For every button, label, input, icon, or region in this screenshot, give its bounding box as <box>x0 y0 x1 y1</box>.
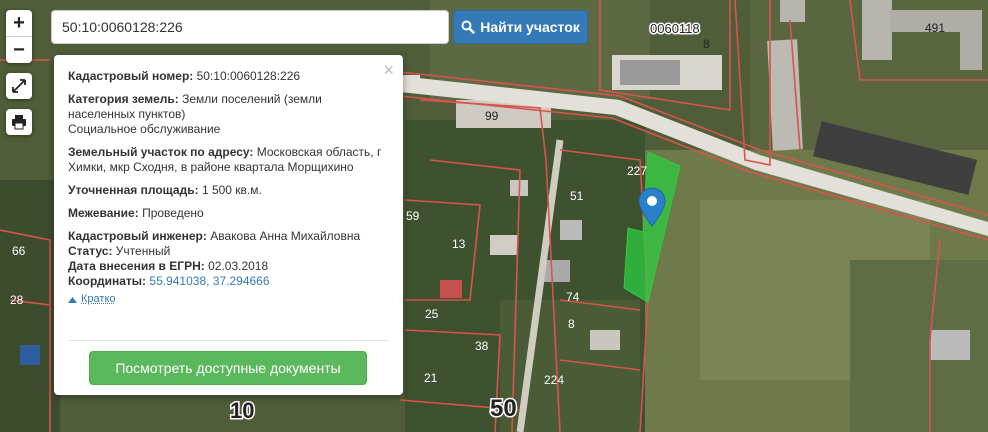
map-label-13: 13 <box>452 237 466 251</box>
survey-value: Проведено <box>142 206 204 220</box>
zoom-in-button[interactable]: + <box>6 10 32 36</box>
brief-toggle-label: Кратко <box>81 293 116 305</box>
map-label-66: 66 <box>12 244 26 258</box>
address-row: Земельный участок по адресу: Московская … <box>68 145 388 175</box>
land-category-label: Категория земель: <box>68 92 179 106</box>
area-value: 1 500 кв.м. <box>201 183 262 197</box>
map-label-227: 227 <box>627 164 647 178</box>
coordinates-label: Координаты: <box>68 274 147 288</box>
zoom-out-button[interactable]: − <box>6 36 32 63</box>
engineer-row: Кадастровый инженер: Авакова Анна Михайл… <box>68 229 388 244</box>
cadastral-number-row: Кадастровый номер: 50:10:0060128:226 <box>68 69 388 84</box>
caret-up-icon <box>68 296 77 303</box>
survey-row: Межевание: Проведено <box>68 206 388 221</box>
printer-icon <box>12 115 26 130</box>
quarter-label: 0060118 <box>650 21 700 36</box>
survey-label: Межевание: <box>68 206 139 220</box>
status-value: Учтенный <box>115 244 171 258</box>
map-label-8b: 8 <box>568 317 575 331</box>
land-category-row: Категория земель: Земли поселений (земли… <box>68 92 388 137</box>
find-parcel-button[interactable]: Найти участок <box>453 10 588 44</box>
print-button[interactable] <box>6 109 32 135</box>
egrn-date-label: Дата внесения в ЕГРН: <box>68 259 205 273</box>
coordinates-row: Координаты: 55.941038, 37.294666 <box>68 274 388 289</box>
status-row: Статус: Учтенный <box>68 244 388 259</box>
cadastral-number-value: 50:10:0060128:226 <box>196 69 301 83</box>
find-parcel-label: Найти участок <box>480 19 580 35</box>
map-label-59: 59 <box>406 209 420 223</box>
address-label: Земельный участок по адресу: <box>68 145 254 159</box>
cadastral-search-input[interactable] <box>51 10 449 44</box>
popup-divider <box>68 340 389 341</box>
land-use-value: Социальное обслуживание <box>68 122 221 136</box>
map-label-74: 74 <box>566 290 580 304</box>
egrn-date-row: Дата внесения в ЕГРН: 02.03.2018 <box>68 259 388 274</box>
search-icon <box>461 20 475 34</box>
map-label-224: 224 <box>544 373 564 387</box>
map-label-25: 25 <box>425 307 439 321</box>
map-label-28: 28 <box>10 293 24 307</box>
area-label: Уточненная площадь: <box>68 183 199 197</box>
map-label-8a: 8 <box>703 37 710 51</box>
fullscreen-button[interactable] <box>6 73 32 99</box>
egrn-date-value: 02.03.2018 <box>208 259 269 273</box>
map-label-38: 38 <box>475 339 489 353</box>
parcel-info-popup: × Кадастровый номер: 50:10:0060128:226 К… <box>54 55 403 395</box>
engineer-value: Авакова Анна Михайловна <box>210 229 361 243</box>
map-label-21: 21 <box>424 371 438 385</box>
cadastral-number-label: Кадастровый номер: <box>68 69 194 83</box>
big-label-50: 50 <box>490 395 517 422</box>
coordinates-link[interactable]: 55.941038, 37.294666 <box>149 274 269 288</box>
area-row: Уточненная площадь: 1 500 кв.м. <box>68 183 388 198</box>
engineer-label: Кадастровый инженер: <box>68 229 207 243</box>
fullscreen-icon <box>12 79 26 93</box>
status-label: Статус: <box>68 244 113 258</box>
big-label-10: 10 <box>230 398 254 423</box>
map-label-51: 51 <box>570 189 584 203</box>
view-documents-button[interactable]: Посмотреть доступные документы <box>89 351 367 385</box>
brief-toggle-link[interactable]: Кратко <box>68 292 388 307</box>
zoom-control: + − <box>6 10 32 63</box>
map-label-99: 99 <box>485 109 499 123</box>
map-label-491: 491 <box>925 21 945 35</box>
